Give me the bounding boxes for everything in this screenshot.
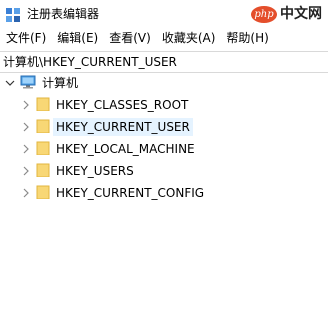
tree-node-label-selected[interactable]: HKEY_CURRENT_USER <box>53 118 193 136</box>
chevron-right-icon[interactable] <box>20 121 32 133</box>
tree-item-hkey-users[interactable]: HKEY_USERS <box>20 161 137 181</box>
address-bar[interactable]: 计算机\HKEY_CURRENT_USER <box>0 51 328 73</box>
watermark-badge: php <box>251 5 277 23</box>
tree-item-hkey-local-machine[interactable]: HKEY_LOCAL_MACHINE <box>20 139 198 159</box>
chevron-right-icon[interactable] <box>20 143 32 155</box>
registry-editor-icon <box>6 7 20 22</box>
chevron-down-icon[interactable] <box>4 77 16 89</box>
tree-item-hkey-current-config[interactable]: HKEY_CURRENT_CONFIG <box>20 183 207 203</box>
tree-item-hkey-classes-root[interactable]: HKEY_CLASSES_ROOT <box>20 95 191 115</box>
title-bar: 注册表编辑器 php 中文网 <box>0 0 328 28</box>
chevron-right-icon[interactable] <box>20 99 32 111</box>
chevron-right-icon[interactable] <box>20 165 32 177</box>
address-path[interactable]: 计算机\HKEY_CURRENT_USER <box>3 53 177 71</box>
menu-file[interactable]: 文件(F) <box>0 28 51 49</box>
menu-bar: 文件(F) 编辑(E) 查看(V) 收藏夹(A) 帮助(H) <box>0 28 328 49</box>
watermark-text: 中文网 <box>280 6 322 22</box>
tree-root-computer[interactable]: 计算机 <box>4 73 81 93</box>
menu-favorites[interactable]: 收藏夹(A) <box>156 28 221 49</box>
tree-node-label[interactable]: HKEY_CLASSES_ROOT <box>53 96 191 114</box>
menu-edit[interactable]: 编辑(E) <box>51 28 103 49</box>
tree-node-label[interactable]: HKEY_CURRENT_CONFIG <box>53 184 207 202</box>
tree-node-label[interactable]: HKEY_USERS <box>53 162 137 180</box>
menu-view[interactable]: 查看(V) <box>103 28 156 49</box>
folder-icon <box>36 140 50 159</box>
menu-help[interactable]: 帮助(H) <box>220 28 273 49</box>
watermark-logo: php 中文网 <box>251 3 322 25</box>
computer-icon <box>20 74 36 93</box>
folder-icon <box>36 184 50 203</box>
tree-item-hkey-current-user[interactable]: HKEY_CURRENT_USER <box>20 117 193 137</box>
folder-icon <box>36 162 50 181</box>
folder-icon <box>36 96 50 115</box>
chevron-right-icon[interactable] <box>20 187 32 199</box>
window-title: 注册表编辑器 <box>27 7 100 21</box>
folder-icon <box>36 118 50 137</box>
registry-editor-window: 注册表编辑器 php 中文网 文件(F) 编辑(E) 查看(V) 收藏夹(A) … <box>0 0 328 328</box>
tree-node-label[interactable]: HKEY_LOCAL_MACHINE <box>53 140 198 158</box>
tree-node-label[interactable]: 计算机 <box>39 74 81 92</box>
registry-tree: 计算机 HKEY_CLASSES_ROOT HKEY_CURRENT_USER … <box>0 73 328 328</box>
